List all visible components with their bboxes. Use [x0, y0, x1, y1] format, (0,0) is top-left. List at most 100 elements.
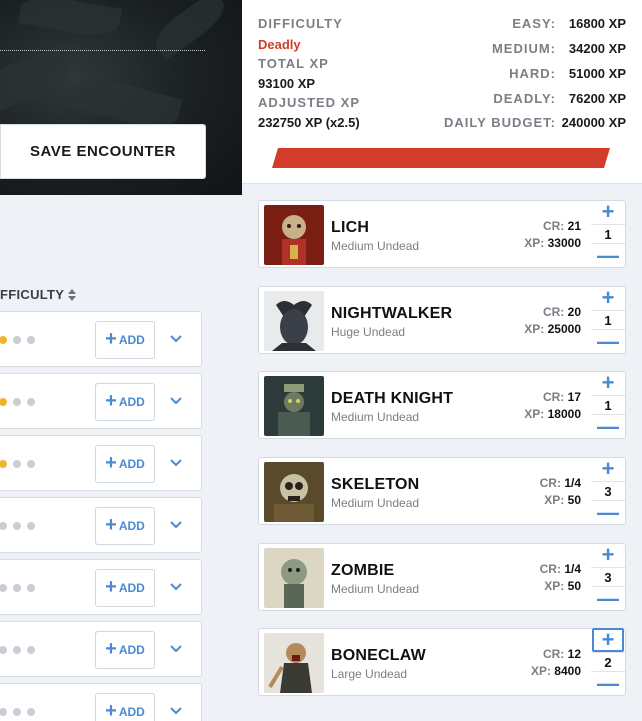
chevron-down-icon[interactable] — [169, 394, 183, 408]
increase-quantity-button[interactable]: + — [592, 285, 624, 310]
increase-quantity-button[interactable]: + — [592, 627, 624, 652]
increase-quantity-button[interactable]: + — [592, 370, 624, 395]
encounter-monster-card[interactable]: LICH Medium Undead CR: 21 XP: 33000 + 1 … — [258, 199, 626, 268]
quantity-stepper: + 2 — — [591, 627, 625, 696]
monster-type: Medium Undead — [331, 239, 420, 253]
cr-label: CR: — [542, 219, 565, 233]
monster-name: LICH — [331, 219, 370, 236]
difficulty-dot — [0, 584, 7, 592]
chevron-down-icon[interactable] — [169, 518, 183, 532]
add-monster-button[interactable]: + ADD — [95, 693, 155, 721]
add-monster-button[interactable]: + ADD — [95, 507, 155, 545]
monster-name: ZOMBIE — [331, 562, 395, 579]
monster-xp: XP: 33000 — [524, 236, 581, 250]
xp-value: 50 — [567, 579, 581, 593]
adjusted-xp-label: ADJUSTED XP — [258, 95, 361, 110]
difficulty-dot — [0, 336, 7, 344]
monster-portrait — [264, 633, 324, 693]
quantity-stepper: + 3 — — [591, 542, 625, 611]
encounter-monster-card[interactable]: NIGHTWALKER Huge Undead CR: 20 XP: 25000… — [258, 285, 626, 354]
monster-list-row[interactable]: + ADD — [0, 497, 202, 553]
difficulty-dot — [13, 460, 21, 468]
add-monster-button[interactable]: + ADD — [95, 383, 155, 421]
monster-type: Large Undead — [331, 667, 408, 681]
encounter-monster-card[interactable]: SKELETON Medium Undead CR: 1/4 XP: 50 + … — [258, 456, 626, 525]
monster-list-row[interactable]: + ADD — [0, 683, 202, 721]
decrease-quantity-button[interactable]: — — [592, 586, 624, 611]
xp-label: XP: — [524, 322, 545, 336]
chevron-down-icon[interactable] — [169, 332, 183, 346]
decrease-quantity-button[interactable]: — — [592, 329, 624, 354]
add-monster-button[interactable]: + ADD — [95, 321, 155, 359]
increase-quantity-button[interactable]: + — [592, 456, 624, 481]
monster-list-row[interactable]: + ADD — [0, 621, 202, 677]
quantity-stepper: + 1 — — [591, 285, 625, 354]
xp-label: XP: — [524, 236, 545, 250]
difficulty-dot — [27, 708, 35, 716]
plus-icon: + — [105, 514, 117, 536]
difficulty-column-header[interactable]: FFICULTY — [0, 287, 77, 302]
plus-icon: + — [105, 390, 117, 412]
monster-list-row[interactable]: + ADD — [0, 311, 202, 367]
quantity-stepper: + 3 — — [591, 456, 625, 525]
monster-list-row[interactable]: + ADD — [0, 559, 202, 615]
deadly-threshold-value: 76200 XP — [568, 91, 626, 106]
save-encounter-button[interactable]: SAVE ENCOUNTER — [0, 124, 206, 179]
monster-portrait — [264, 376, 324, 436]
add-monster-button[interactable]: + ADD — [95, 631, 155, 669]
difficulty-dot — [27, 522, 35, 530]
difficulty-label: DIFFICULTY — [258, 16, 343, 31]
hard-threshold-label: HARD: — [509, 66, 556, 81]
xp-value: 50 — [567, 493, 581, 507]
monster-portrait — [264, 291, 324, 351]
quantity-value: 2 — [591, 652, 625, 672]
dotted-divider — [0, 50, 205, 51]
plus-icon: + — [105, 452, 117, 474]
decrease-quantity-button[interactable]: — — [592, 500, 624, 525]
difficulty-meter-bar — [272, 148, 610, 168]
encounter-monster-card[interactable]: DEATH KNIGHT Medium Undead CR: 17 XP: 18… — [258, 370, 626, 439]
chevron-down-icon[interactable] — [169, 580, 183, 594]
xp-value: 18000 — [547, 407, 581, 421]
monster-name: NIGHTWALKER — [331, 305, 453, 322]
difficulty-dot — [27, 646, 35, 654]
monster-list-row[interactable]: + ADD — [0, 373, 202, 429]
cr-value: 12 — [567, 647, 581, 661]
quantity-value: 3 — [591, 567, 625, 587]
monster-cr: CR: 12 — [543, 647, 581, 661]
increase-quantity-button[interactable]: + — [592, 542, 624, 567]
difficulty-rating — [0, 460, 35, 468]
monster-type: Medium Undead — [331, 410, 420, 424]
monster-browser-list: FFICULTY + ADD + ADD + ADD + ADD + ADD +… — [0, 195, 242, 721]
cr-value: 20 — [567, 305, 581, 319]
chevron-down-icon[interactable] — [169, 704, 183, 718]
decrease-quantity-button[interactable]: — — [592, 243, 624, 268]
monster-list-row[interactable]: + ADD — [0, 435, 202, 491]
monster-name: BONECLAW — [331, 647, 426, 664]
xp-label: XP: — [544, 579, 565, 593]
add-monster-button[interactable]: + ADD — [95, 569, 155, 607]
sort-icon[interactable] — [68, 288, 77, 301]
monster-type: Medium Undead — [331, 582, 420, 596]
difficulty-rating — [0, 584, 35, 592]
plus-icon: + — [105, 638, 117, 660]
encounter-monster-card[interactable]: ZOMBIE Medium Undead CR: 1/4 XP: 50 + 3 … — [258, 542, 626, 611]
difficulty-rating — [0, 708, 35, 716]
adjusted-xp-value: 232750 XP (x2.5) — [258, 115, 360, 130]
decrease-quantity-button[interactable]: — — [592, 671, 624, 696]
chevron-down-icon[interactable] — [169, 642, 183, 656]
increase-quantity-button[interactable]: + — [592, 199, 624, 224]
total-xp-label: TOTAL XP — [258, 56, 329, 71]
difficulty-dot — [13, 336, 21, 344]
chevron-down-icon[interactable] — [169, 456, 183, 470]
monster-xp: XP: 50 — [544, 579, 581, 593]
difficulty-dot — [13, 646, 21, 654]
decrease-quantity-button[interactable]: — — [592, 414, 624, 439]
cr-value: 1/4 — [564, 562, 581, 576]
difficulty-dot — [0, 522, 7, 530]
encounter-summary: DIFFICULTY Deadly TOTAL XP 93100 XP ADJU… — [242, 0, 642, 184]
difficulty-dot — [27, 460, 35, 468]
monster-cr: CR: 21 — [543, 219, 581, 233]
add-monster-button[interactable]: + ADD — [95, 445, 155, 483]
encounter-monster-card[interactable]: BONECLAW Large Undead CR: 12 XP: 8400 + … — [258, 627, 626, 696]
